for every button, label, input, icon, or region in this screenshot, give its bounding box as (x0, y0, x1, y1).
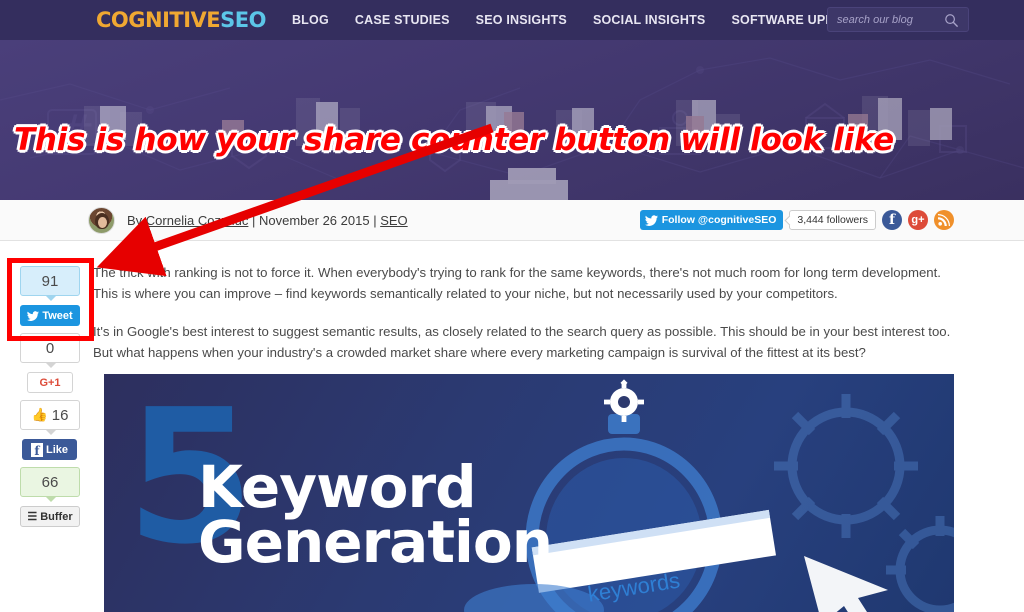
article-paragraph-2: It's in Google's best interest to sugges… (93, 324, 951, 360)
share-group-twitter: 91 Tweet (20, 266, 80, 326)
google-plus-one-label: G+1 (39, 376, 61, 389)
twitter-follow-button[interactable]: Follow @cognitiveSEO (639, 210, 784, 230)
byline-sep-2: | (369, 212, 381, 228)
twitter-share-count: 91 (20, 266, 80, 301)
tweet-button-label: Tweet (42, 309, 73, 322)
nav-link-blog[interactable]: BLOG (292, 13, 329, 27)
byline-text: By Cornelia Cozmiuc | November 26 2015 |… (127, 213, 408, 228)
nav-link-case-studies[interactable]: CASE STUDIES (355, 13, 450, 27)
nav-link-social-insights[interactable]: SOCIAL INSIGHTS (593, 13, 706, 27)
article-infographic-image: 5 Keyword Generation keywords (104, 374, 954, 612)
infographic-title-line-2: Generation (198, 508, 553, 577)
share-counter-sidebar: 91 Tweet 0 G+1 👍 16 f Like 66 ☰ Buffer (20, 266, 80, 534)
facebook-count-value: 16 (51, 406, 69, 424)
share-group-googleplus: 0 G+1 (20, 333, 80, 393)
annotation-callout-text: This is how your share counter button wi… (14, 122, 894, 158)
infographic-title-line-1: Keyword (198, 453, 477, 521)
buffer-button[interactable]: ☰ Buffer (20, 506, 80, 527)
search-input[interactable] (828, 13, 933, 26)
byline-sep-1: | (248, 212, 259, 228)
facebook-f-icon: f (30, 442, 43, 457)
facebook-share-count: 👍 16 (20, 400, 80, 435)
hero-background-pattern: # (0, 57, 1024, 200)
facebook-like-label: Like (45, 443, 68, 456)
buffer-button-label: Buffer (40, 510, 73, 523)
logo-text-primary: COGNITIVE (96, 8, 221, 32)
share-group-facebook: 👍 16 f Like (20, 400, 80, 460)
twitter-followers-count[interactable]: 3,444 followers (789, 210, 876, 230)
byline-prefix: By (127, 212, 146, 228)
facebook-icon[interactable]: f (882, 210, 902, 230)
facebook-like-button[interactable]: f Like (22, 439, 77, 460)
share-group-buffer: 66 ☰ Buffer (20, 467, 80, 527)
google-plus-icon[interactable]: g+ (908, 210, 928, 230)
thumbs-up-icon: 👍 (31, 407, 48, 422)
twitter-bird-icon (644, 214, 658, 226)
nav-link-seo-insights[interactable]: SEO INSIGHTS (476, 13, 567, 27)
buffer-stack-icon: ☰ (27, 511, 38, 523)
social-follow-row: Follow @cognitiveSEO 3,444 followers f g… (639, 210, 954, 230)
twitter-bird-icon (27, 310, 40, 321)
byline-author-link[interactable]: Cornelia Cozmiuc (146, 213, 249, 228)
byline-date: November 26 2015 (259, 212, 370, 228)
googleplus-share-count: 0 (20, 333, 80, 368)
infographic-title: Keyword Generation (198, 453, 553, 577)
byline-category-link[interactable]: SEO (380, 213, 407, 228)
buffer-share-count: 66 (20, 467, 80, 502)
hero-banner: # This is how your share counter button … (0, 40, 1024, 200)
logo-text-secondary: SEO (220, 8, 266, 32)
article-paragraph-1: The trick with ranking is not to force i… (93, 265, 941, 301)
search-box[interactable] (827, 7, 969, 32)
tweet-button[interactable]: Tweet (20, 305, 80, 326)
google-plus-one-button[interactable]: G+1 (27, 372, 73, 393)
author-avatar (88, 206, 115, 234)
rss-icon[interactable] (934, 210, 954, 230)
article-body: The trick with ranking is not to force i… (93, 262, 955, 380)
search-icon[interactable] (944, 13, 959, 33)
top-navigation-bar: COGNITIVESEO BLOG CASE STUDIES SEO INSIG… (0, 0, 1024, 40)
site-logo[interactable]: COGNITIVESEO (96, 8, 266, 32)
twitter-follow-label: Follow @cognitiveSEO (661, 214, 777, 226)
